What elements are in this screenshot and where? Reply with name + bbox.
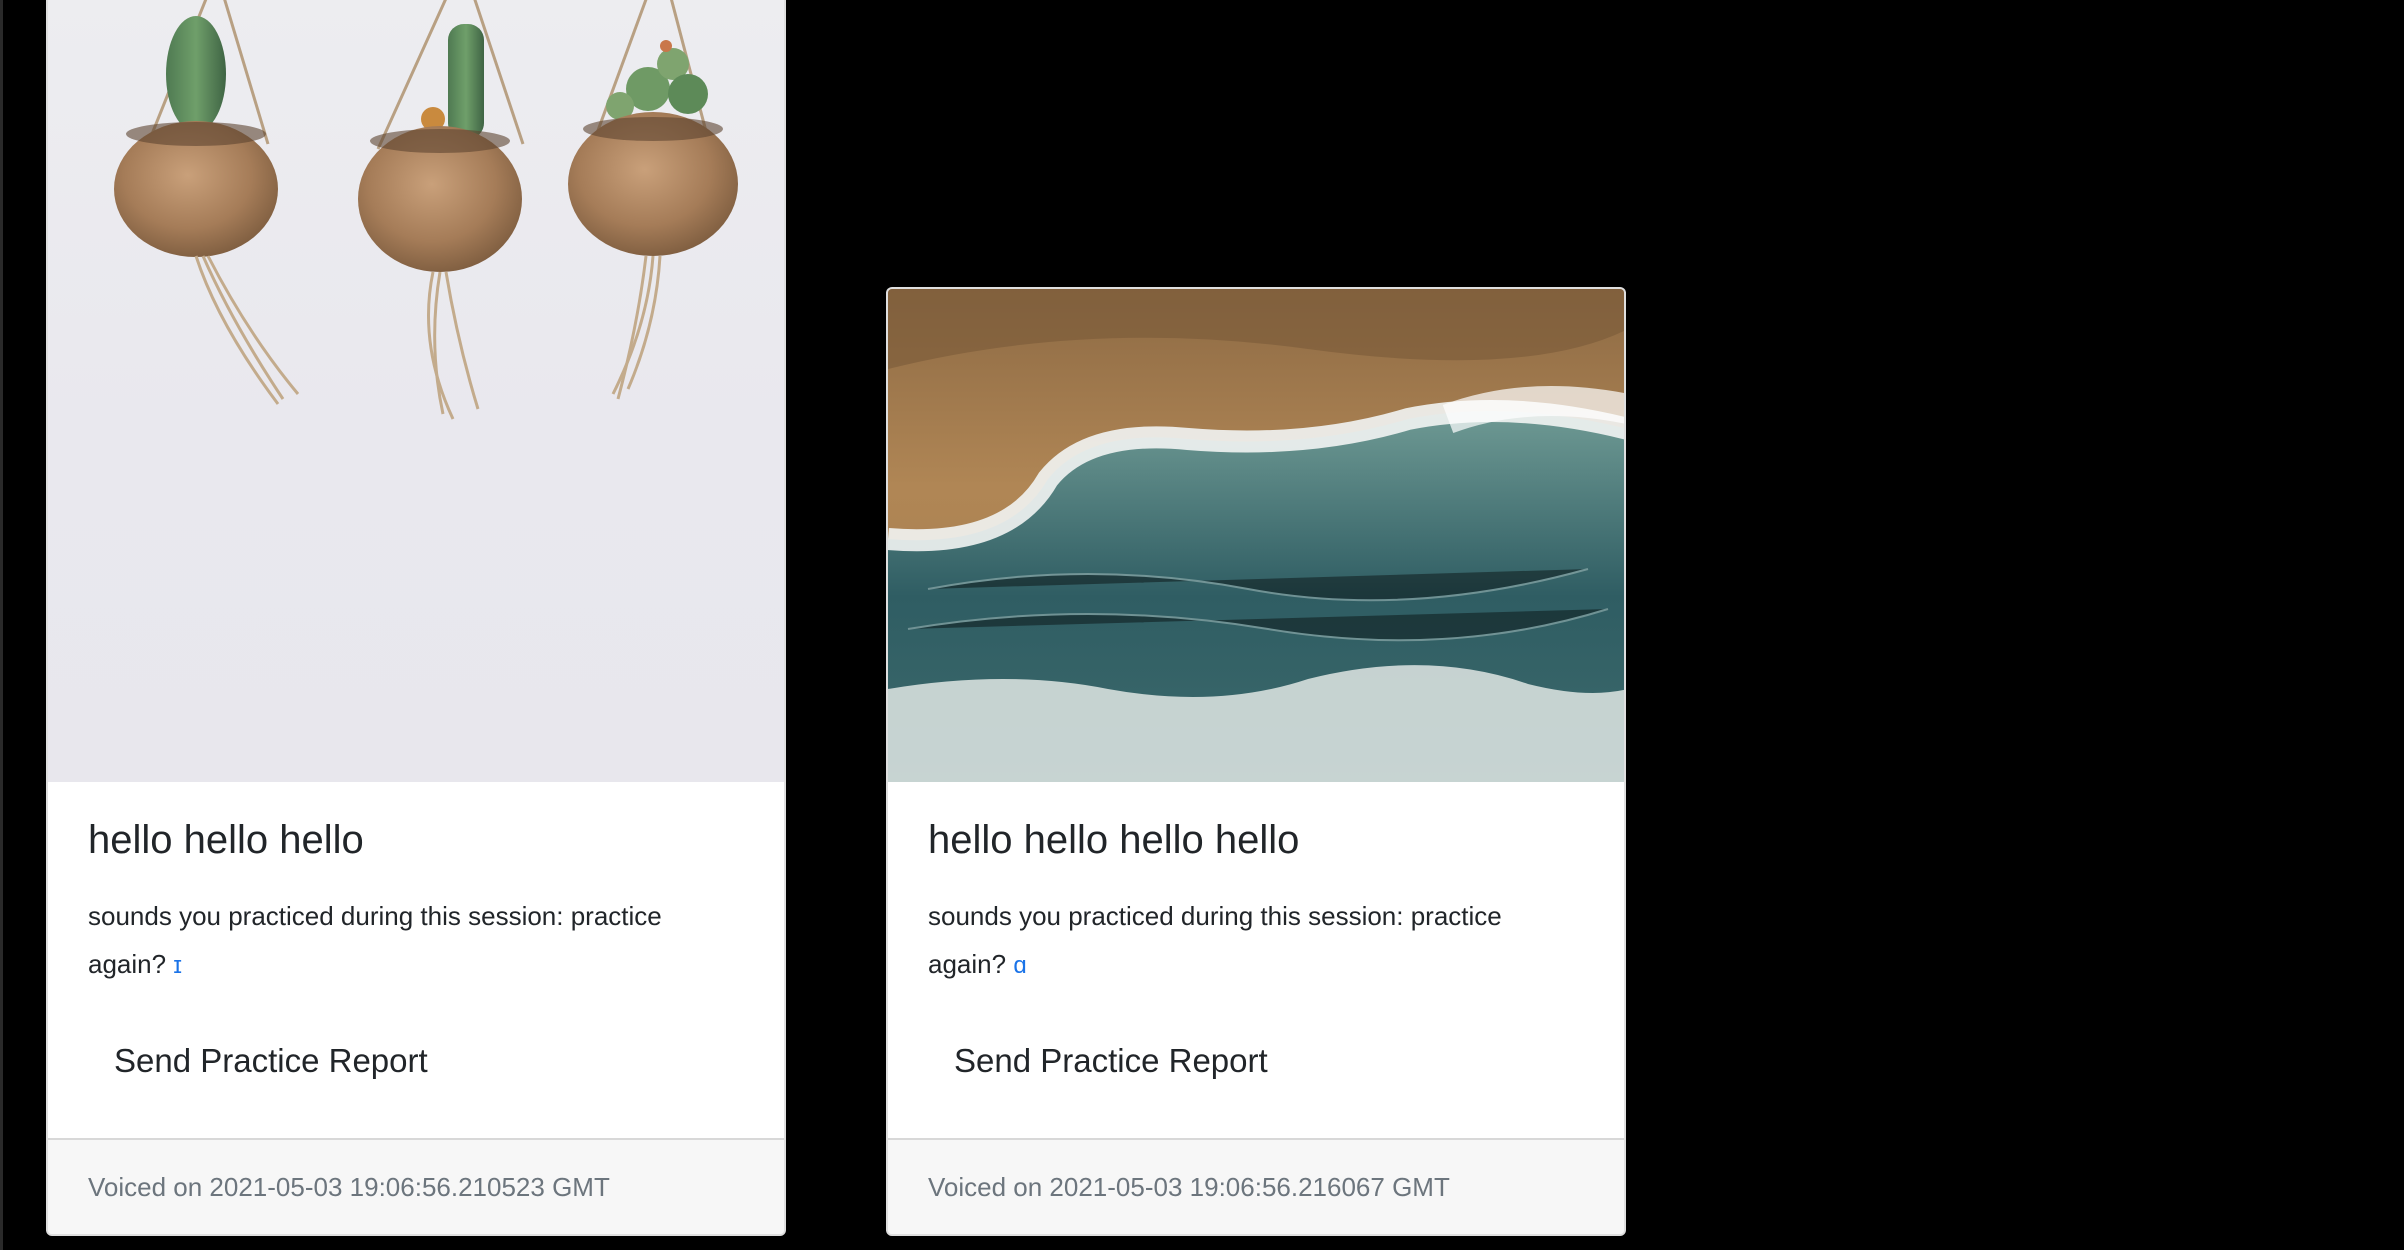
practice-card: hello hello hello sounds you practiced d… — [46, 0, 786, 1236]
card-body: hello hello hello hello sounds you pract… — [888, 782, 1624, 1138]
sound-link[interactable]: ɪ — [173, 952, 182, 979]
window-edge — [0, 0, 3, 1250]
send-practice-report-button[interactable]: Send Practice Report — [928, 1030, 1294, 1092]
ocean-waves-image — [888, 289, 1624, 782]
card-image-cactus — [48, 0, 784, 782]
page: hello hello hello sounds you practiced d… — [0, 0, 2404, 1250]
card-footer: Voiced on 2021-05-03 19:06:56.216067 GMT — [888, 1138, 1624, 1234]
card-text: sounds you practiced during this session… — [88, 892, 744, 990]
cactus-planters-image — [114, 0, 738, 420]
card-footer: Voiced on 2021-05-03 19:06:56.210523 GMT — [48, 1138, 784, 1234]
card-image-ocean — [888, 289, 1624, 782]
send-practice-report-button[interactable]: Send Practice Report — [88, 1030, 454, 1092]
practice-card: hello hello hello hello sounds you pract… — [886, 287, 1626, 1236]
sound-link[interactable]: ɑ — [1013, 952, 1026, 979]
card-title: hello hello hello — [88, 818, 364, 862]
card-body: hello hello hello sounds you practiced d… — [48, 782, 784, 1138]
card-text: sounds you practiced during this session… — [928, 892, 1584, 990]
card-title: hello hello hello hello — [928, 818, 1300, 862]
